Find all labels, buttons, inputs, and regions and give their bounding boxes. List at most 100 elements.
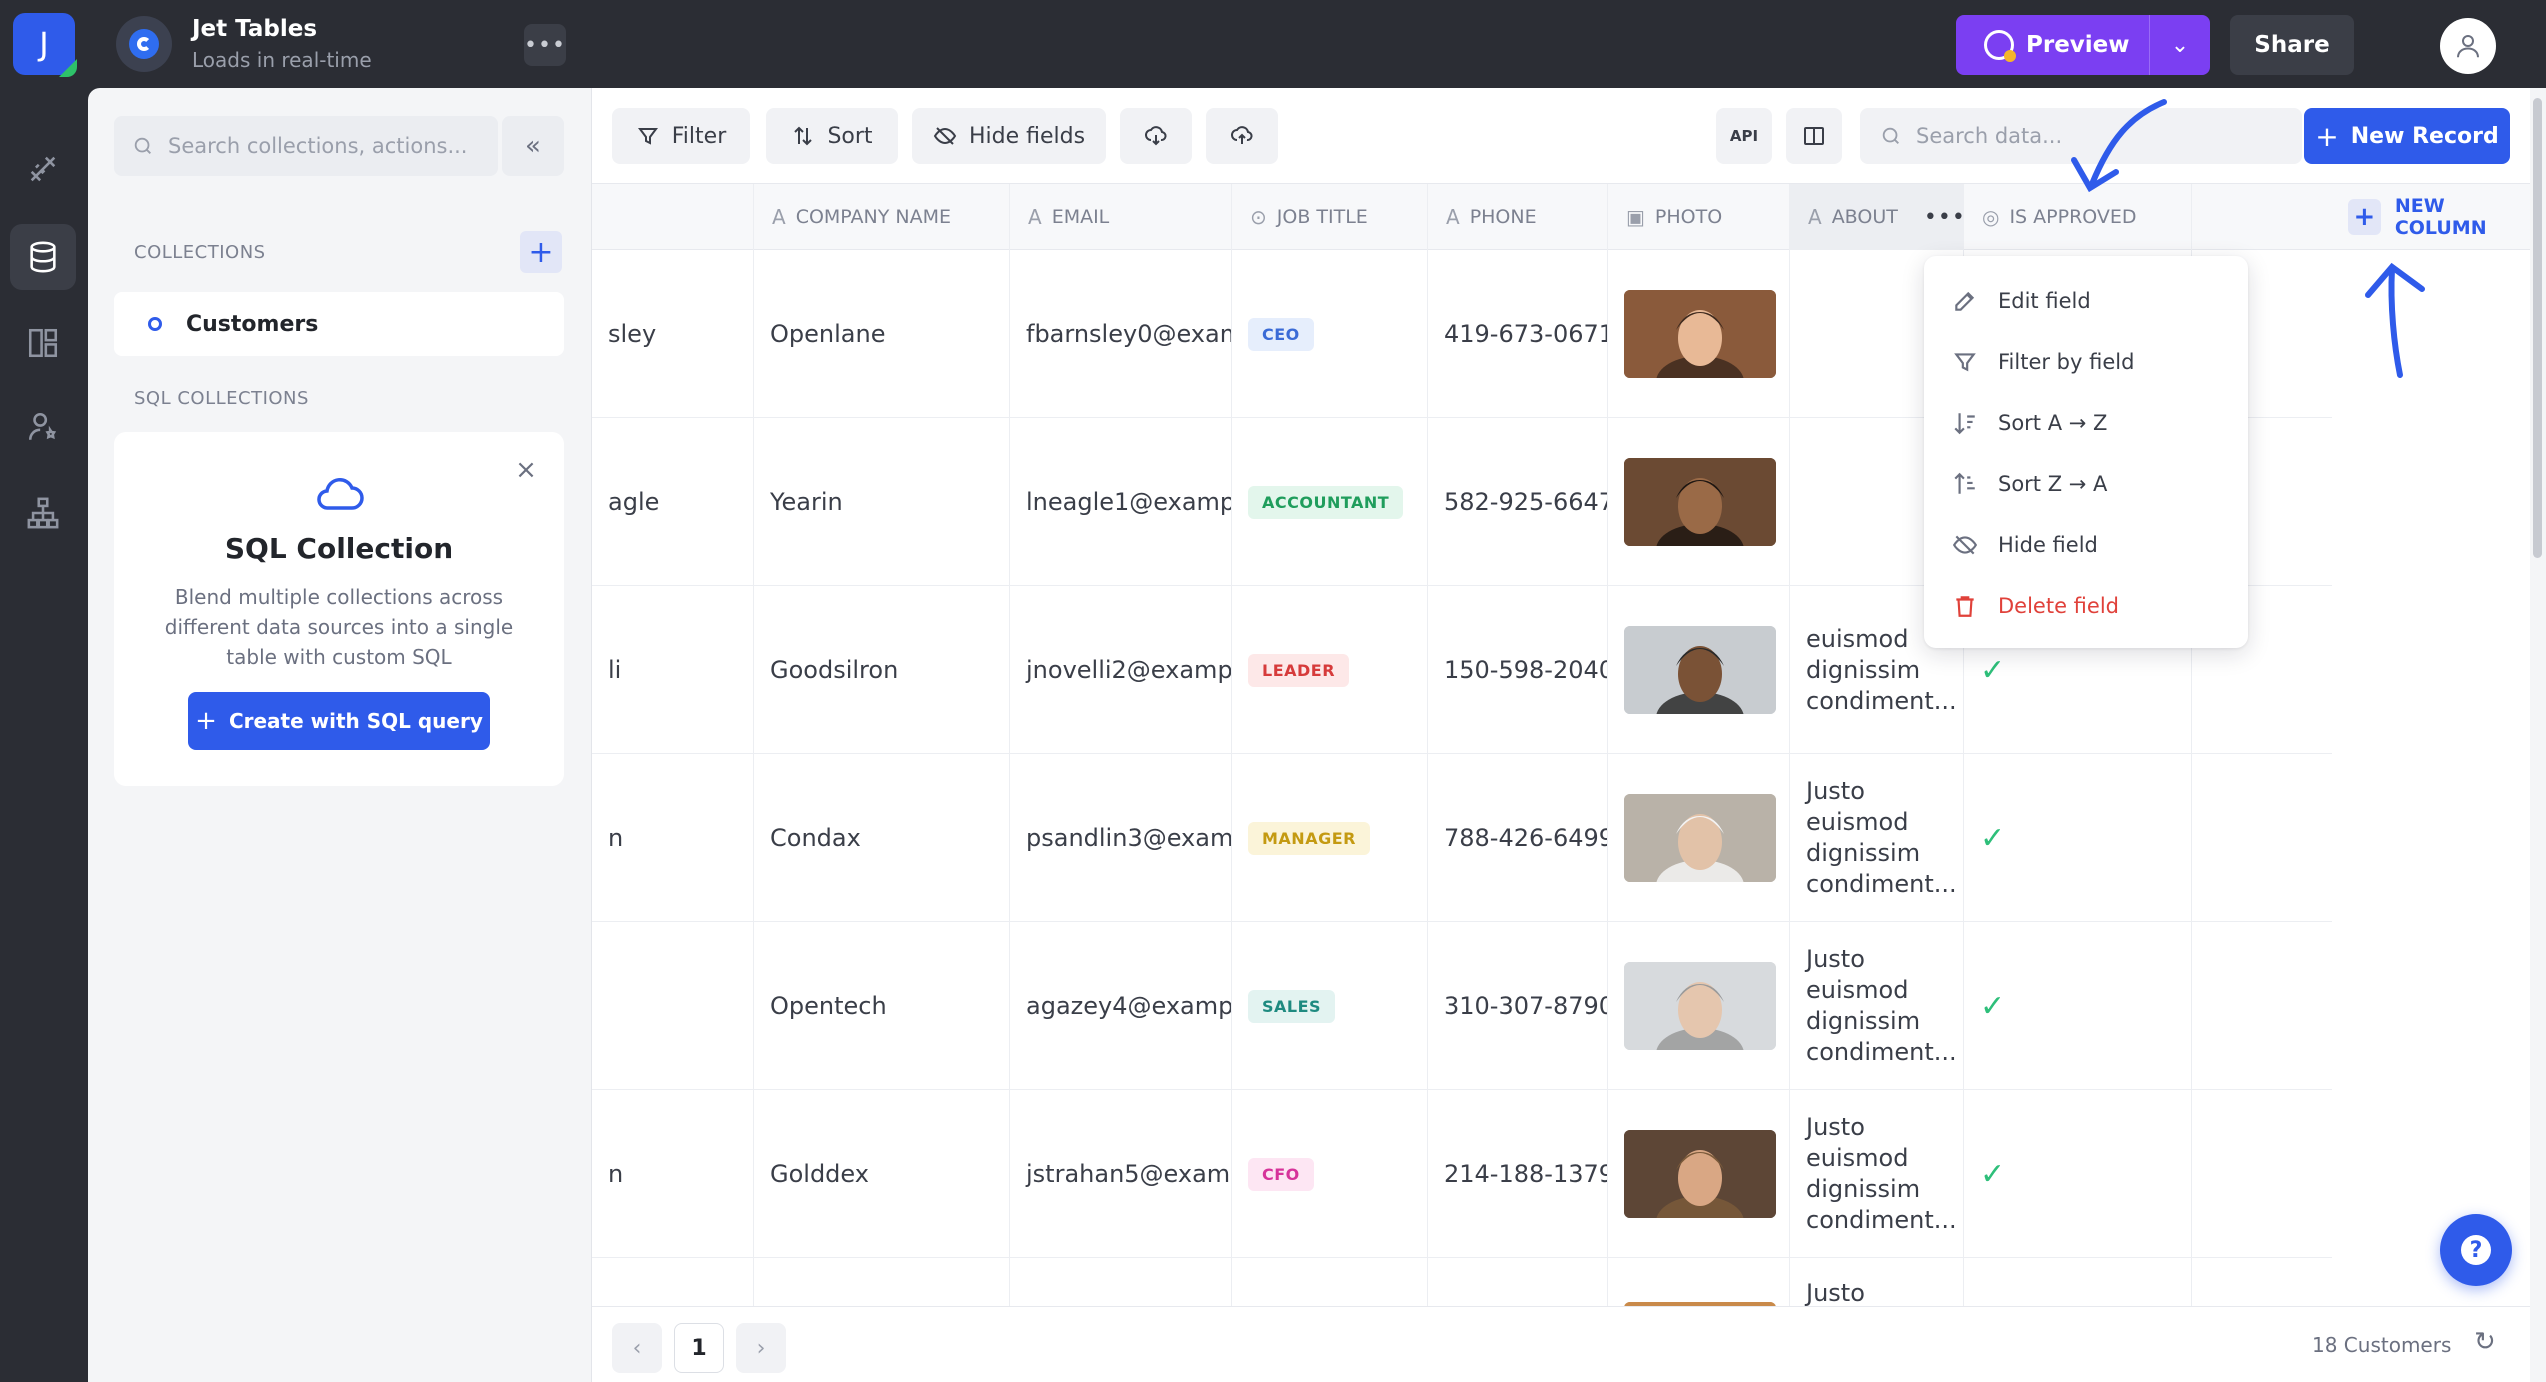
- column-header-name[interactable]: [592, 184, 754, 250]
- app-more-button[interactable]: •••: [524, 24, 566, 66]
- cell-photo[interactable]: [1608, 586, 1790, 754]
- cell-photo[interactable]: [1608, 922, 1790, 1090]
- user-settings-icon: [28, 412, 57, 440]
- scrollbar-thumb[interactable]: [2533, 98, 2542, 558]
- cell-photo[interactable]: [1608, 250, 1790, 418]
- cell-photo[interactable]: [1608, 418, 1790, 586]
- refresh-icon[interactable]: ↻: [2474, 1327, 2496, 1357]
- cell-phone[interactable]: 582-925-6647: [1428, 418, 1608, 586]
- phone-text: 150-598-2040: [1444, 656, 1608, 684]
- create-sql-query-button[interactable]: + Create with SQL query: [188, 692, 490, 750]
- sql-collections-label: SQL COLLECTIONS: [134, 388, 309, 409]
- api-button[interactable]: API: [1716, 108, 1772, 164]
- column-header-email[interactable]: A EMAIL: [1010, 184, 1232, 250]
- upload-button[interactable]: [1206, 108, 1278, 164]
- menu-item-delete-field[interactable]: Delete field: [1924, 575, 2248, 636]
- search-data-input[interactable]: Search data...: [1860, 108, 2302, 164]
- table-row[interactable]: n Condax psandlin3@example.com MANAGER 788-4…: [592, 754, 2332, 922]
- cell-company[interactable]: Goodsilron: [754, 586, 1010, 754]
- prev-page-button[interactable]: ‹: [612, 1323, 662, 1373]
- cell-job[interactable]: CEO: [1232, 250, 1428, 418]
- column-header-phone[interactable]: A PHONE: [1428, 184, 1608, 250]
- record-count: 18 Customers: [2312, 1333, 2452, 1357]
- cell-about[interactable]: Justo euismod dignissim condiment...: [1790, 922, 1964, 1090]
- column-more-button[interactable]: •••: [1924, 205, 1966, 230]
- layout-toggle-button[interactable]: [1786, 108, 1842, 164]
- table-row[interactable]: n Golddex jstrahan5@example.com CFO 214-188-…: [592, 1090, 2332, 1258]
- cell-email[interactable]: fbarnsley0@example.com: [1010, 250, 1232, 418]
- app-logo[interactable]: J: [13, 13, 77, 77]
- cell-about[interactable]: Justo euismod dignissim condiment...: [1790, 754, 1964, 922]
- cell-photo[interactable]: [1608, 754, 1790, 922]
- rail-design-button[interactable]: [10, 136, 76, 202]
- next-page-button[interactable]: ›: [736, 1323, 786, 1373]
- cell-email[interactable]: lneagle1@example.com: [1010, 418, 1232, 586]
- cell-about[interactable]: Justo euismod dignissim condiment...: [1790, 1090, 1964, 1258]
- cell-photo[interactable]: [1608, 1090, 1790, 1258]
- download-button[interactable]: [1120, 108, 1192, 164]
- collapse-panel-button[interactable]: «: [502, 116, 564, 176]
- cell-phone[interactable]: 419-673-0671: [1428, 250, 1608, 418]
- cell-name[interactable]: n: [592, 1090, 754, 1258]
- cell-company[interactable]: Openlane: [754, 250, 1010, 418]
- page-scrollbar[interactable]: [2530, 88, 2546, 1382]
- cell-approved[interactable]: ✓: [1964, 1090, 2192, 1258]
- column-header-about[interactable]: A ABOUT •••: [1790, 184, 1966, 250]
- menu-item-edit-field[interactable]: Edit field: [1924, 270, 2248, 331]
- user-avatar[interactable]: [2440, 18, 2496, 74]
- cell-approved[interactable]: ✓: [1964, 922, 2192, 1090]
- close-card-button[interactable]: ×: [510, 454, 542, 486]
- rail-layout-button[interactable]: [10, 310, 76, 376]
- menu-item-sort-asc[interactable]: Sort A → Z: [1924, 392, 2248, 453]
- column-header-job-title[interactable]: ⊙ JOB TITLE: [1232, 184, 1428, 250]
- preview-button[interactable]: Preview: [1956, 15, 2150, 75]
- cell-email[interactable]: jstrahan5@example.com: [1010, 1090, 1232, 1258]
- preview-dropdown-button[interactable]: ⌄: [2150, 33, 2210, 58]
- add-collection-button[interactable]: +: [520, 231, 562, 273]
- check-icon: ✓: [1980, 652, 2006, 688]
- new-column-button[interactable]: + NEW COLUMN: [2332, 184, 2530, 250]
- share-button[interactable]: Share: [2230, 15, 2354, 75]
- cell-job[interactable]: ACCOUNTANT: [1232, 418, 1428, 586]
- cell-email[interactable]: agazey4@example.com: [1010, 922, 1232, 1090]
- cell-company[interactable]: Condax: [754, 754, 1010, 922]
- cell-phone[interactable]: 788-426-6499: [1428, 754, 1608, 922]
- collection-item-customers[interactable]: Customers: [114, 292, 564, 356]
- cell-company[interactable]: Opentech: [754, 922, 1010, 1090]
- help-button[interactable]: ?: [2440, 1214, 2512, 1286]
- hide-fields-button[interactable]: Hide fields: [912, 108, 1106, 164]
- sort-button[interactable]: Sort: [766, 108, 898, 164]
- cell-name[interactable]: li: [592, 586, 754, 754]
- edit-icon: [1955, 291, 1975, 311]
- column-header-is-approved[interactable]: ◎ IS APPROVED: [1964, 184, 2192, 250]
- menu-item-sort-desc[interactable]: Sort Z → A: [1924, 453, 2248, 514]
- menu-item-hide-field[interactable]: Hide field: [1924, 514, 2248, 575]
- cell-name[interactable]: sley: [592, 250, 754, 418]
- cell-job[interactable]: SALES: [1232, 922, 1428, 1090]
- cell-email[interactable]: psandlin3@example.com: [1010, 754, 1232, 922]
- current-page-button[interactable]: 1: [674, 1323, 724, 1373]
- new-record-button[interactable]: + New Record: [2304, 108, 2510, 164]
- cell-name[interactable]: n: [592, 754, 754, 922]
- cell-approved[interactable]: ✓: [1964, 754, 2192, 922]
- filter-button[interactable]: Filter: [612, 108, 750, 164]
- rail-data-button[interactable]: [10, 224, 76, 290]
- cell-job[interactable]: MANAGER: [1232, 754, 1428, 922]
- rail-sitemap-button[interactable]: [10, 480, 76, 546]
- column-header-company-name[interactable]: A COMPANY NAME: [754, 184, 1010, 250]
- cell-email[interactable]: jnovelli2@example.com: [1010, 586, 1232, 754]
- cell-job[interactable]: LEADER: [1232, 586, 1428, 754]
- cell-name[interactable]: agle: [592, 418, 754, 586]
- column-header-photo[interactable]: ▣ PHOTO: [1608, 184, 1790, 250]
- collections-search-input[interactable]: Search collections, actions...: [114, 116, 498, 176]
- cell-name[interactable]: [592, 922, 754, 1090]
- cell-phone[interactable]: 310-307-8790: [1428, 922, 1608, 1090]
- cell-company[interactable]: Golddex: [754, 1090, 1010, 1258]
- cell-phone[interactable]: 214-188-1379: [1428, 1090, 1608, 1258]
- cell-phone[interactable]: 150-598-2040: [1428, 586, 1608, 754]
- cell-job[interactable]: CFO: [1232, 1090, 1428, 1258]
- menu-item-filter-by-field[interactable]: Filter by field: [1924, 331, 2248, 392]
- cell-company[interactable]: Yearin: [754, 418, 1010, 586]
- rail-users-button[interactable]: [10, 394, 76, 460]
- table-row[interactable]: Opentech agazey4@example.com SALES 310-307-…: [592, 922, 2332, 1090]
